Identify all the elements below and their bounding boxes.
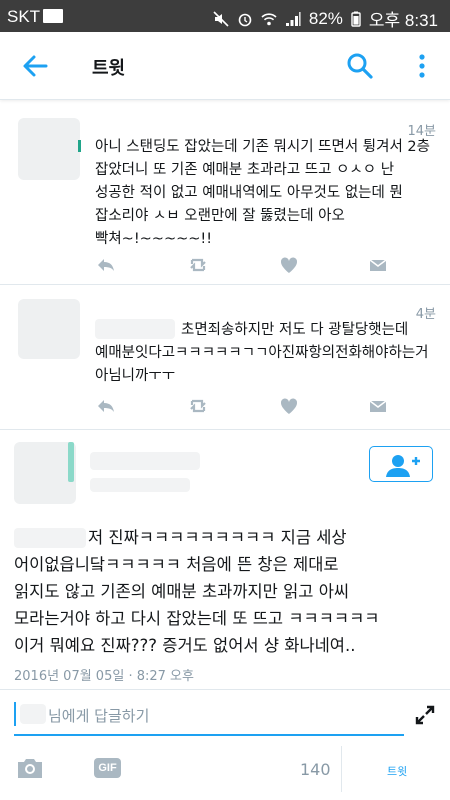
alarm-icon: [238, 13, 252, 26]
status-bar: SKT 82% 오후 8:31: [0, 0, 450, 32]
direct-message-icon[interactable]: [367, 395, 389, 417]
avatar[interactable]: [18, 299, 80, 359]
signal-icon: [285, 11, 301, 26]
redacted-handle: [90, 478, 190, 492]
avatar[interactable]: [18, 118, 80, 180]
reply-tweet[interactable]: 14분 아니 스탠딩도 잡았는데 기존 뭐시기 뜨면서 튕겨서 2층 잡았더니 …: [0, 100, 450, 285]
battery-icon: [351, 11, 361, 27]
reply-input-underline: [14, 734, 404, 736]
like-icon[interactable]: [278, 395, 300, 417]
expand-icon[interactable]: [414, 704, 436, 726]
carrier-label: SKT: [7, 7, 41, 26]
camera-icon[interactable]: [16, 756, 44, 780]
reply-icon[interactable]: [95, 395, 117, 417]
retweet-icon[interactable]: [187, 254, 209, 276]
follow-button[interactable]: [369, 446, 433, 482]
tweet-actions: [95, 395, 395, 419]
clock: 오후 8:31: [368, 11, 438, 30]
redacted-username: [20, 704, 46, 724]
tweet-text: 초면죄송하지만 저도 다 광탈당햇는데 예매분잇다고ㅋㅋㅋㅋㅋㄱㄱ아진짜항의전화…: [95, 322, 429, 384]
mute-icon: [213, 10, 229, 27]
avatar[interactable]: [14, 442, 76, 504]
status-icons: 82% 오후 8:31: [213, 6, 438, 31]
divider: [341, 746, 342, 792]
more-options-icon[interactable]: [414, 52, 430, 80]
avatar-edge: [78, 140, 81, 152]
back-arrow-icon[interactable]: [20, 52, 50, 80]
direct-message-icon[interactable]: [367, 254, 389, 276]
avatar-edge: [68, 442, 74, 482]
wifi-icon: [261, 12, 277, 25]
page-title: 트윗: [92, 58, 126, 79]
reply-icon[interactable]: [95, 254, 117, 276]
mail-icon: [43, 9, 63, 23]
search-icon[interactable]: [346, 52, 374, 80]
like-icon[interactable]: [278, 254, 300, 276]
redacted-display-name: [90, 452, 200, 470]
tweet-button[interactable]: 트윗: [387, 763, 407, 779]
character-count: 140: [300, 760, 331, 779]
main-tweet-text: 저 진짜ㅋㅋㅋㅋㅋㅋㅋㅋㅋ 지금 세상 어이없읍니닼ㅋㅋㅋㅋㅋ 처음에 뜬 창은…: [14, 528, 380, 655]
screen: SKT 82% 오후 8:31 트윗 14분 아니 스탠딩도 잡았는데 기존 뭐…: [0, 0, 450, 800]
retweet-icon[interactable]: [187, 395, 209, 417]
add-user-icon: [386, 455, 420, 477]
reply-input[interactable]: 님에게 답글하기: [48, 705, 149, 726]
text-cursor: [14, 702, 16, 726]
tweet-actions: [95, 254, 395, 278]
reply-composer: 님에게 답글하기 GIF 140 트윗: [0, 690, 450, 800]
reply-tweet[interactable]: 4분 초면죄송하지만 저도 다 광탈당햇는데 예매분잇다고ㅋㅋㅋㅋㅋㄱㄱ아진짜항…: [0, 285, 450, 430]
app-bar: 트윗: [0, 32, 450, 100]
gif-button[interactable]: GIF: [94, 758, 121, 778]
battery-level: 82%: [308, 8, 343, 28]
tweet-date: 2016년 07월 05일 · 8:27 오후: [14, 669, 194, 684]
tweet-text: 아니 스탠딩도 잡았는데 기존 뭐시기 뜨면서 튕겨서 2층 잡았더니 또 기존…: [95, 139, 430, 247]
